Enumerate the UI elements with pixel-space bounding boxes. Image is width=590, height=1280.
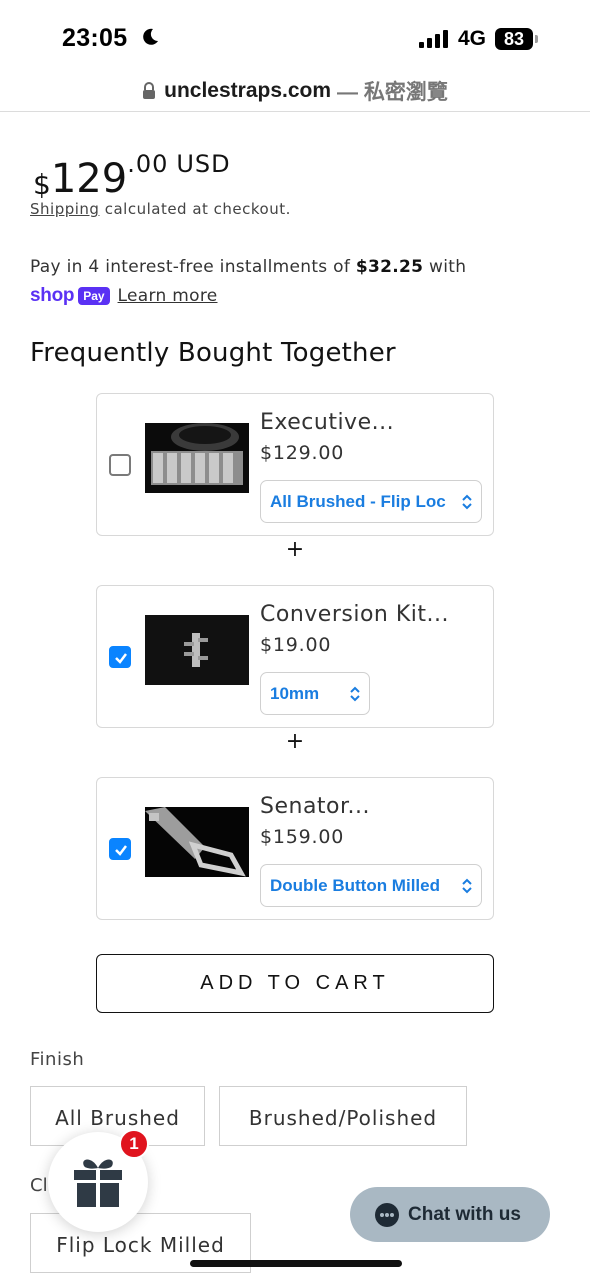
shipping-link[interactable]: Shipping — [30, 200, 99, 218]
product-price: $129.00 USD — [33, 150, 231, 202]
gift-icon — [74, 1159, 122, 1207]
private-browsing-label: — 私密瀏覽 — [337, 81, 448, 104]
learn-more-link[interactable]: Learn more — [118, 286, 218, 306]
signal-icon — [419, 30, 448, 48]
shop-pay-logo: shop — [30, 285, 75, 306]
chat-label: Chat with us — [408, 1203, 521, 1225]
fbt-checkbox[interactable] — [109, 454, 131, 476]
lock-icon — [143, 82, 156, 99]
check-icon — [115, 845, 127, 856]
finish-label: Finish — [30, 1049, 85, 1070]
price-currency-code: USD — [176, 150, 231, 178]
price-currency: $ — [33, 168, 51, 201]
fbt-item-price: $159.00 — [260, 826, 345, 848]
price-minor: .00 — [127, 150, 169, 178]
installments-lead: Pay in 4 interest-free installments of — [30, 257, 351, 277]
fbt-item-conversion-kit: Conversion Kit... $19.00 10mm — [96, 585, 494, 728]
fbt-item-price: $129.00 — [260, 442, 345, 464]
shipping-text: calculated at checkout. — [104, 200, 291, 218]
installments-text: Pay in 4 interest-free installments of $… — [30, 257, 466, 277]
price-major: 129 — [50, 156, 128, 202]
check-icon — [115, 653, 127, 664]
battery-icon: 83 — [495, 28, 533, 50]
fbt-checkbox[interactable] — [109, 646, 131, 668]
shop-pay-row: shop Pay Learn more — [30, 285, 218, 307]
add-to-cart-button[interactable]: ADD TO CART — [96, 954, 494, 1013]
fbt-option-select[interactable]: Double Button Milled — [260, 864, 482, 907]
fbt-item-title: Conversion Kit... — [260, 602, 449, 627]
fbt-option-value: Double Button Milled — [270, 875, 440, 895]
fbt-item-title: Senator... — [260, 794, 371, 819]
chat-with-us-button[interactable]: Chat with us — [350, 1187, 550, 1242]
status-bar: 23:05 4G 83 — [0, 0, 590, 72]
fbt-option-value: All Brushed - Flip Loc — [270, 491, 446, 511]
shop-pay-badge: Pay — [78, 287, 110, 305]
gift-notification-badge: 1 — [119, 1129, 149, 1159]
fbt-option-value: 10mm — [270, 683, 320, 703]
shipping-note: Shipping calculated at checkout. — [30, 200, 291, 218]
fbt-item-title: Executive... — [260, 410, 395, 435]
chevron-updown-icon — [462, 878, 472, 894]
clasp-label: Cl — [30, 1175, 48, 1196]
chevron-updown-icon — [350, 686, 360, 702]
status-time: 23:05 — [62, 24, 128, 52]
product-image-bracelet — [145, 423, 249, 493]
chevron-updown-icon — [462, 494, 472, 510]
fbt-item-price: $19.00 — [260, 634, 332, 656]
fbt-item-senator: Senator... $159.00 Double Button Milled — [96, 777, 494, 920]
url-bar[interactable]: unclestraps.com — 私密瀏覽 — [0, 72, 590, 112]
product-image-conversion-kit — [145, 615, 249, 685]
fbt-option-select[interactable]: All Brushed - Flip Loc — [260, 480, 482, 523]
home-indicator[interactable] — [190, 1260, 402, 1267]
product-image-clasp — [145, 807, 249, 877]
moon-icon — [143, 28, 158, 45]
chat-bubble-icon — [375, 1202, 399, 1227]
battery-tip — [535, 35, 538, 43]
plus-separator: + — [285, 537, 305, 562]
network-type: 4G — [458, 27, 487, 50]
installments-tail: with — [429, 257, 467, 277]
finish-option-brushed-polished[interactable]: Brushed/Polished — [219, 1086, 467, 1146]
plus-separator: + — [285, 729, 305, 754]
fbt-option-select[interactable]: 10mm — [260, 672, 370, 715]
url-domain: unclestraps.com — [164, 79, 332, 102]
installments-amount: $32.25 — [355, 257, 424, 277]
fbt-heading: Frequently Bought Together — [30, 338, 396, 368]
fbt-item-executive: Executive... $129.00 All Brushed - Flip … — [96, 393, 494, 536]
fbt-checkbox[interactable] — [109, 838, 131, 860]
